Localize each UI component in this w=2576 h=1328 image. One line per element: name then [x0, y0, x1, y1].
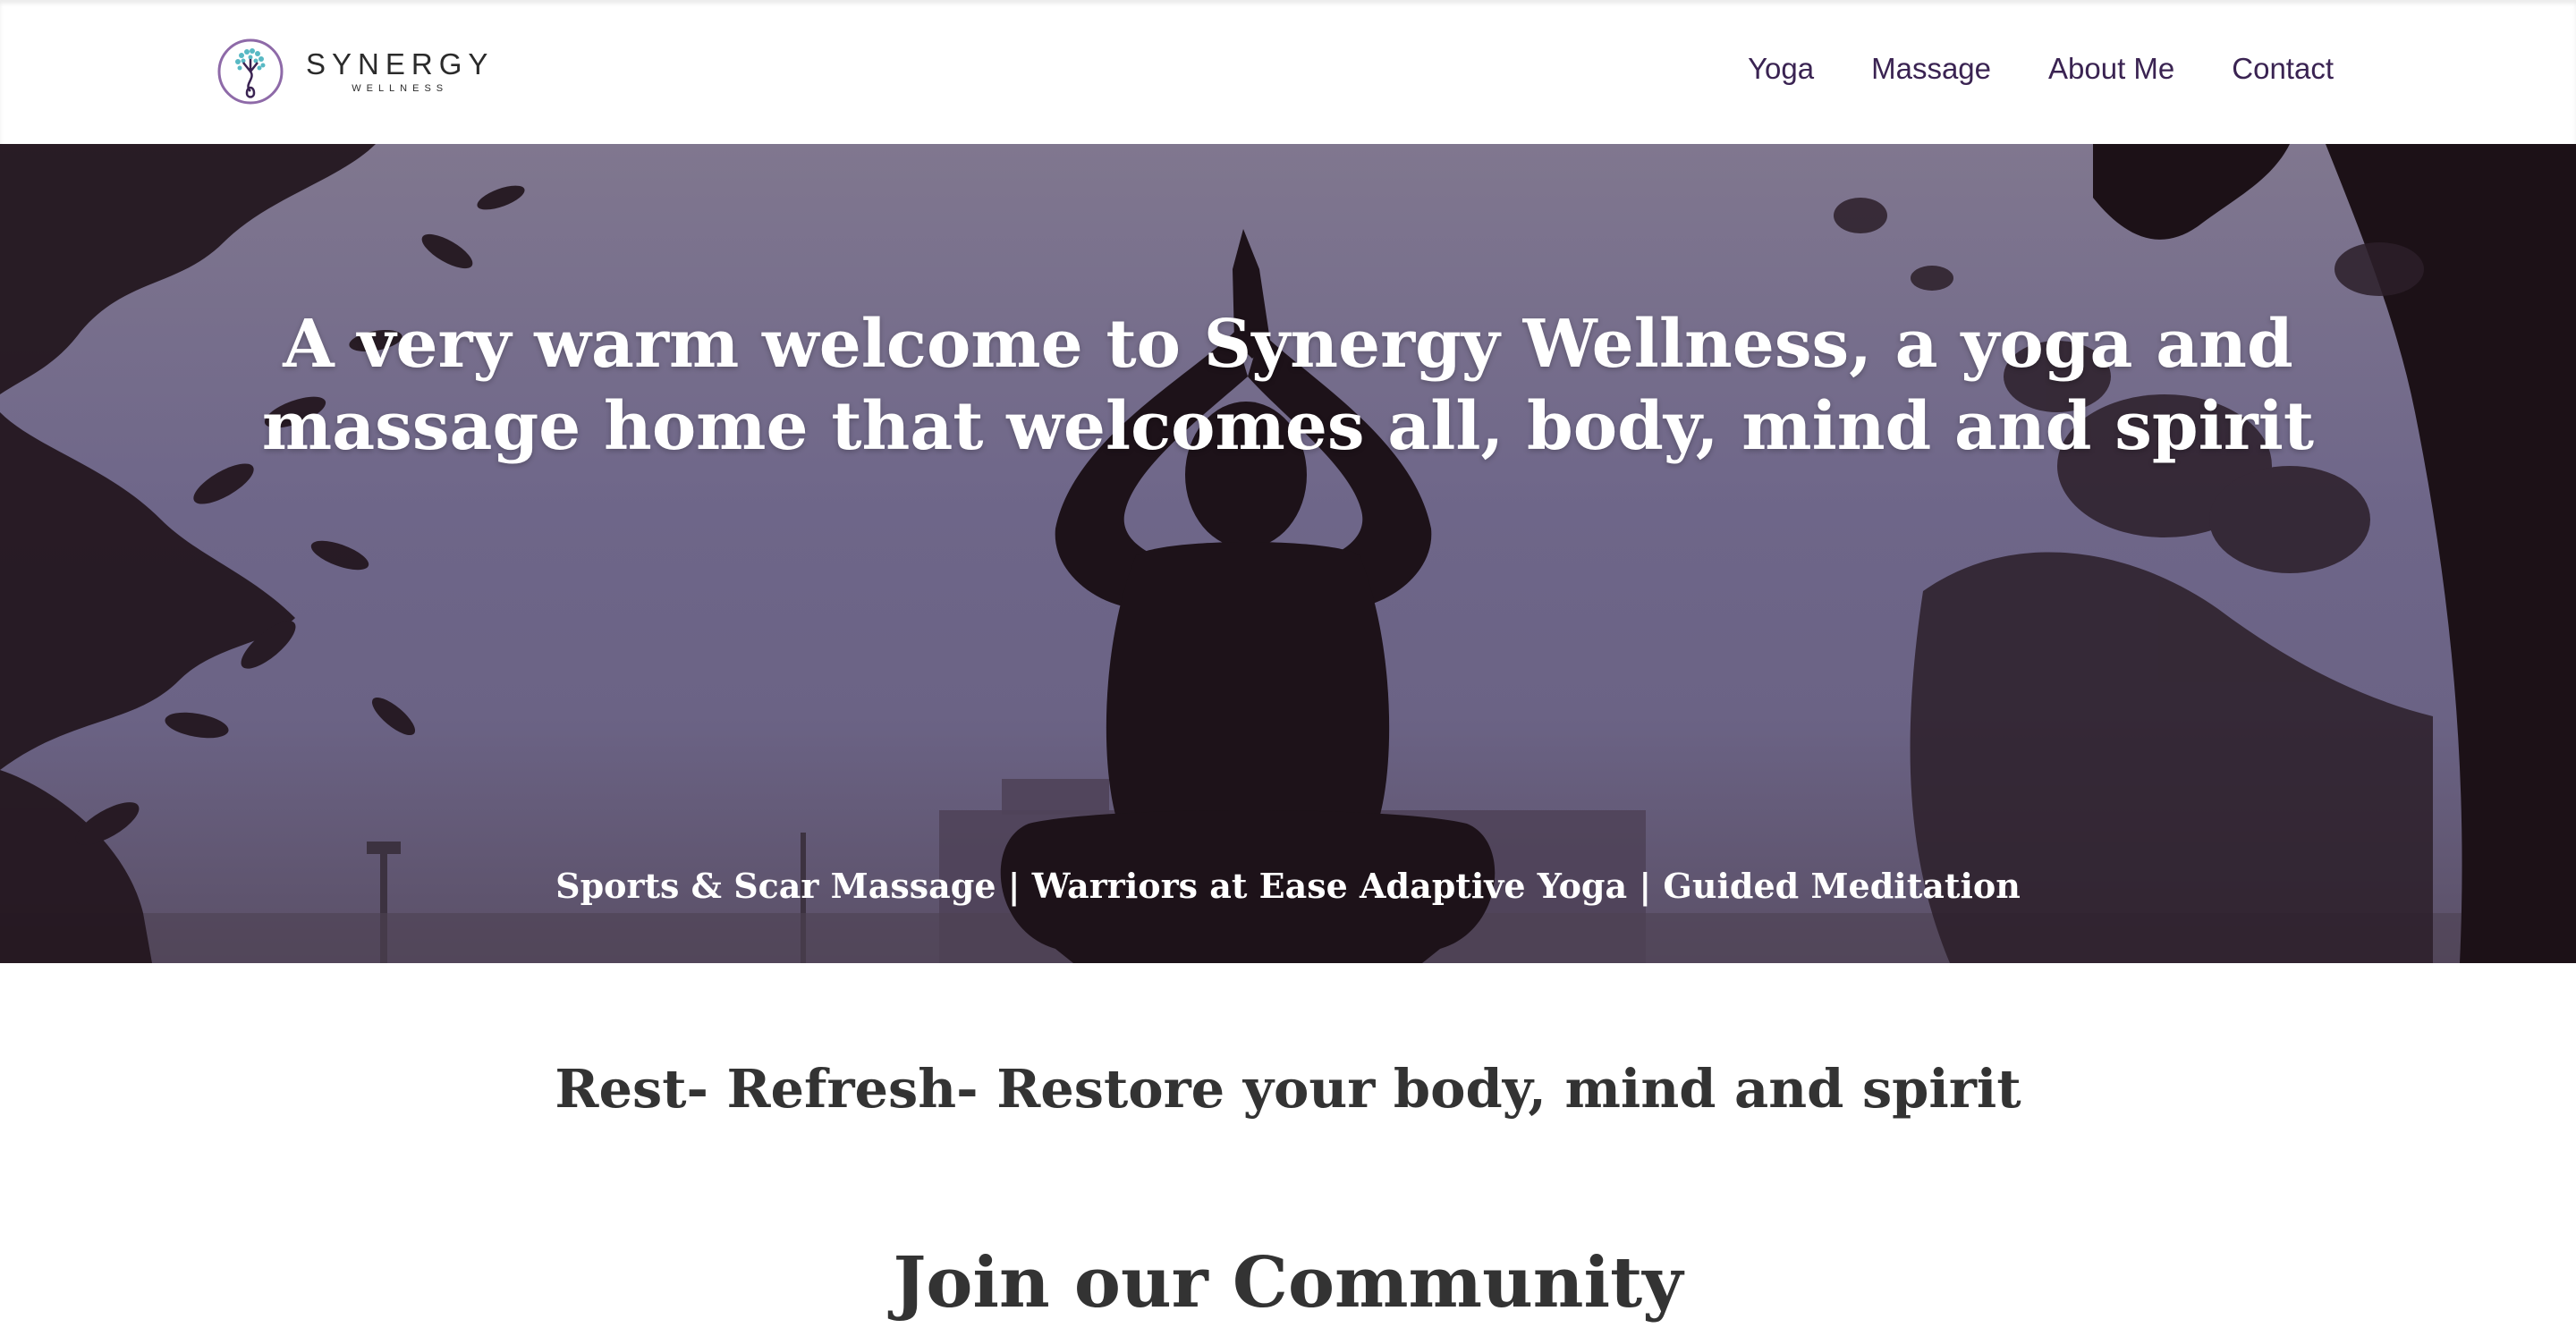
- site-header: SYNERGY WELLNESS Yoga Massage About Me C…: [0, 0, 2576, 144]
- logo-subtitle: WELLNESS: [352, 83, 449, 94]
- tree-logo-icon: [217, 38, 284, 105]
- nav-contact[interactable]: Contact: [2232, 52, 2334, 86]
- nav-about-me[interactable]: About Me: [2048, 52, 2174, 86]
- hero-title: A very warm welcome to Synergy Wellness,…: [261, 305, 2315, 465]
- main-nav: Yoga Massage About Me Contact: [1748, 52, 2334, 86]
- hero-banner: A very warm welcome to Synergy Wellness,…: [0, 144, 2576, 963]
- nav-massage[interactable]: Massage: [1871, 52, 1991, 86]
- hero-yoga-silhouette-image: [0, 144, 2576, 963]
- nav-yoga[interactable]: Yoga: [1748, 52, 1814, 86]
- hero-services-line: Sports & Scar Massage | Warriors at Ease…: [555, 866, 2021, 906]
- site-logo[interactable]: SYNERGY WELLNESS: [216, 36, 494, 107]
- join-community-heading: Join our Community: [893, 1241, 1683, 1324]
- logo-wordmark: SYNERGY WELLNESS: [306, 49, 494, 94]
- logo-name: SYNERGY: [306, 47, 495, 80]
- tagline-heading: Rest- Refresh- Restore your body, mind a…: [555, 1057, 2021, 1120]
